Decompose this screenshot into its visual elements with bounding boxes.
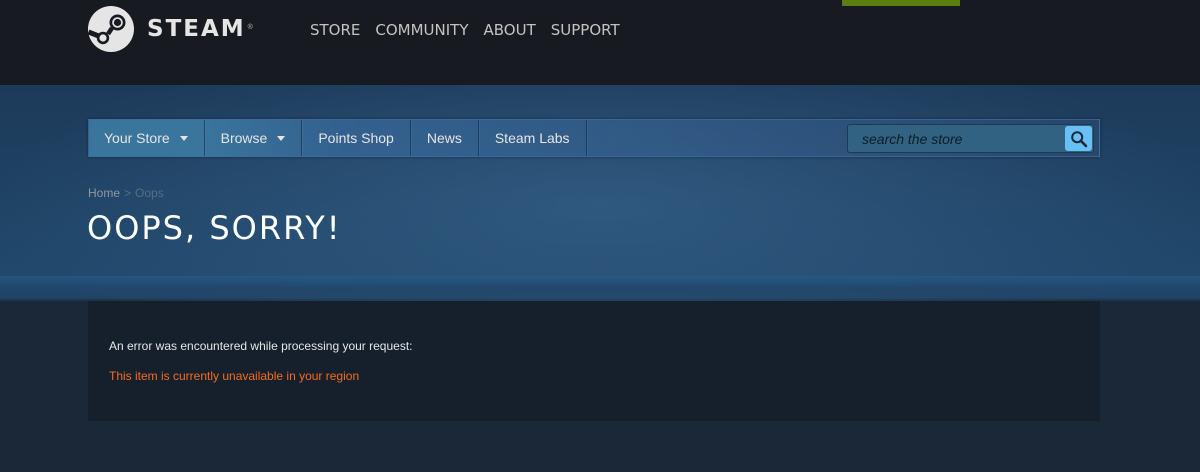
tab-browse[interactable]: Browse [205, 120, 303, 156]
steam-logo-text: STEAM [147, 16, 246, 42]
steam-logo[interactable]: STEAM ® [87, 5, 253, 53]
error-message: An error was encountered while processin… [109, 339, 413, 353]
registered-mark: ® [247, 23, 253, 31]
store-search [847, 124, 1094, 153]
error-detail: This item is currently unavailable in yo… [109, 369, 360, 383]
search-icon [1070, 130, 1087, 147]
breadcrumb-home[interactable]: Home [88, 186, 120, 200]
nav-community[interactable]: COMMUNITY [375, 21, 468, 39]
breadcrumb: Home > Oops [88, 186, 164, 200]
steam-logo-icon [87, 6, 134, 52]
tab-points-shop[interactable]: Points Shop [302, 120, 411, 156]
tab-steam-labs[interactable]: Steam Labs [479, 120, 587, 156]
tab-steam-labs-label: Steam Labs [494, 130, 570, 146]
breadcrumb-current[interactable]: Oops [135, 186, 164, 200]
global-header: STEAM ® STORE COMMUNITY ABOUT SUPPORT [0, 0, 1200, 85]
chevron-down-icon [179, 135, 188, 141]
breadcrumb-separator: > [124, 186, 132, 200]
store-nav-bar: Your Store Browse Points Shop News Steam… [88, 119, 1100, 157]
tab-your-store[interactable]: Your Store [89, 120, 205, 156]
error-panel: An error was encountered while processin… [88, 301, 1100, 421]
nav-store[interactable]: STORE [310, 21, 360, 39]
global-nav: STORE COMMUNITY ABOUT SUPPORT [310, 21, 635, 39]
install-steam-tab[interactable] [842, 0, 960, 6]
chevron-down-icon [277, 135, 286, 141]
search-input[interactable] [848, 125, 1065, 152]
page-glow-band [0, 276, 1200, 300]
tab-points-shop-label: Points Shop [318, 130, 394, 146]
tab-browse-label: Browse [220, 130, 268, 146]
tab-news-label: News [426, 130, 462, 146]
tab-your-store-label: Your Store [104, 130, 170, 146]
tab-news[interactable]: News [411, 120, 479, 156]
page-title: OOPS, SORRY! [87, 209, 342, 247]
search-button[interactable] [1065, 126, 1092, 151]
nav-about[interactable]: ABOUT [484, 21, 536, 39]
nav-support[interactable]: SUPPORT [551, 21, 620, 39]
